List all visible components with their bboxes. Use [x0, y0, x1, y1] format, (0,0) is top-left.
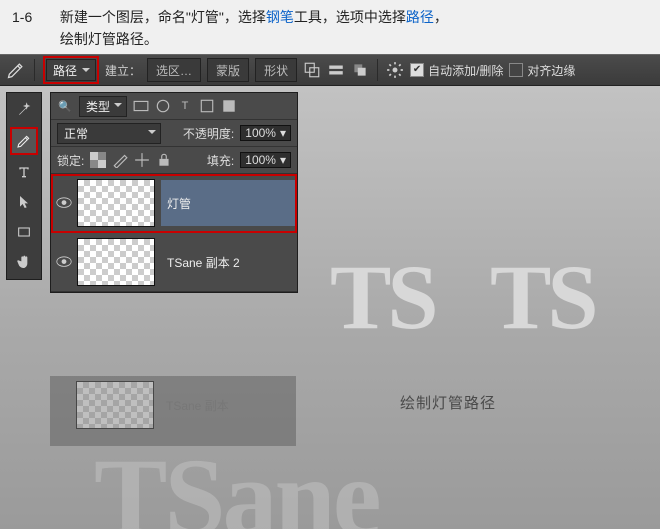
hand-tool[interactable]	[11, 249, 37, 275]
canvas-text-ts-2: TS	[490, 244, 595, 350]
align-edges-label: 对齐边缘	[527, 62, 575, 79]
lock-transparency-icon[interactable]	[90, 152, 106, 168]
make-selection-button[interactable]: 选区…	[147, 58, 201, 82]
pen-tool-icon[interactable]	[6, 60, 26, 80]
layer-item[interactable]: TSane 副本 2	[51, 233, 297, 292]
tool-mode-select[interactable]: 路径	[46, 59, 96, 81]
path-operations-icon[interactable]	[303, 61, 321, 79]
magic-wand-tool[interactable]	[11, 97, 37, 123]
pen-tool[interactable]	[10, 127, 38, 155]
blend-mode-select[interactable]: 正常	[57, 123, 161, 144]
layer-item-reflection: TSane 副本	[50, 376, 296, 434]
highlight-path-mode: 路径	[43, 56, 99, 84]
path-selection-tool[interactable]	[11, 189, 37, 215]
layers-blend-row: 正常 不透明度: 100%▾	[51, 120, 297, 147]
lock-label: 锁定:	[57, 152, 84, 169]
options-bar: 路径 建立： 选区… 蒙版 形状 ✔ 自动添加/删除 ✔ 对齐边缘	[0, 54, 660, 86]
layer-name[interactable]: TSane 副本 2	[161, 239, 297, 285]
filter-kind-select[interactable]: 类型	[79, 96, 127, 117]
canvas-text-tsane: TSane	[94, 434, 379, 529]
align-edges-option[interactable]: ✔ 对齐边缘	[509, 62, 575, 79]
filter-shape-icon[interactable]	[199, 98, 215, 114]
instruction-body: 新建一个图层，命名"灯管"，选择钢笔工具，选项中选择路径， 绘制灯管路径。	[60, 6, 640, 50]
fill-label: 填充:	[207, 152, 234, 169]
filter-type-icon[interactable]: T	[177, 98, 193, 114]
type-tool[interactable]	[11, 159, 37, 185]
make-shape-button[interactable]: 形状	[255, 58, 297, 82]
gear-icon[interactable]	[386, 61, 404, 79]
visibility-toggle[interactable]	[51, 197, 77, 208]
layers-lock-row: 锁定: 填充: 100%▾	[51, 147, 297, 174]
keyword-path: 路径	[406, 9, 434, 25]
path-alignment-icon[interactable]	[327, 61, 345, 79]
filter-smart-icon[interactable]	[221, 98, 237, 114]
auto-add-delete-label: 自动添加/删除	[428, 62, 503, 79]
layer-name[interactable]: 灯管	[161, 180, 297, 226]
layers-panel: 🔍 类型 T 正常 不透明度: 100%▾ 锁定: 填充: 100%▾	[50, 92, 298, 293]
toolbox	[6, 92, 42, 280]
layer-thumbnail[interactable]	[77, 179, 155, 227]
instruction-text: 1-6 新建一个图层，命名"灯管"，选择钢笔工具，选项中选择路径， 绘制灯管路径…	[0, 0, 660, 54]
lock-position-icon[interactable]	[134, 152, 150, 168]
opacity-label: 不透明度:	[183, 125, 234, 142]
make-mask-button[interactable]: 蒙版	[207, 58, 249, 82]
filter-adjust-icon[interactable]	[155, 98, 171, 114]
layer-item[interactable]: 灯管	[51, 174, 297, 233]
step-number: 1-6	[12, 6, 56, 28]
auto-add-delete-option[interactable]: ✔ 自动添加/删除	[410, 62, 503, 79]
checkbox-unchecked-icon: ✔	[509, 63, 523, 77]
rectangle-tool[interactable]	[11, 219, 37, 245]
establish-label: 建立：	[105, 62, 141, 79]
search-icon[interactable]: 🔍	[57, 98, 73, 114]
keyword-pen: 钢笔	[266, 9, 294, 25]
layer-thumbnail	[76, 381, 154, 429]
workspace: 🔍 类型 T 正常 不透明度: 100%▾ 锁定: 填充: 100%▾	[0, 86, 660, 529]
opacity-value[interactable]: 100%▾	[240, 125, 291, 141]
layer-name: TSane 副本	[160, 382, 296, 428]
lock-all-icon[interactable]	[156, 152, 172, 168]
layer-list: 灯管 TSane 副本 2	[51, 174, 297, 292]
lock-pixels-icon[interactable]	[112, 152, 128, 168]
separator	[377, 59, 378, 81]
layer-thumbnail[interactable]	[77, 238, 155, 286]
checkbox-checked-icon: ✔	[410, 63, 424, 77]
layers-filter-row: 🔍 类型 T	[51, 93, 297, 120]
filter-pixel-icon[interactable]	[133, 98, 149, 114]
canvas-caption: 绘制灯管路径	[400, 392, 496, 413]
separator	[34, 59, 35, 81]
canvas-text-ts-1: TS	[330, 244, 435, 350]
fill-value[interactable]: 100%▾	[240, 152, 291, 168]
path-arrangement-icon[interactable]	[351, 61, 369, 79]
visibility-toggle[interactable]	[51, 256, 77, 267]
